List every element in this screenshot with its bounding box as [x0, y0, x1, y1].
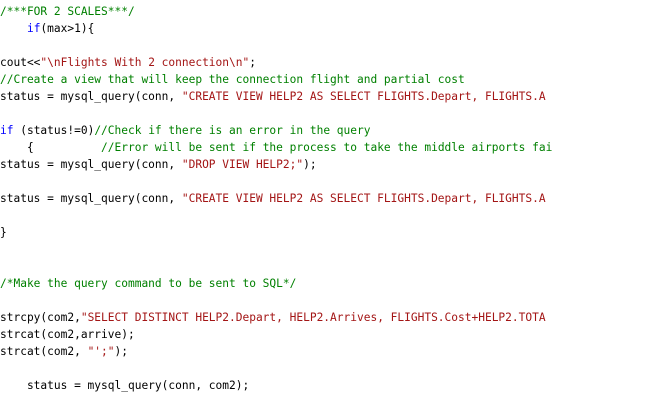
code-keyword: if: [26, 22, 41, 35]
code-string: "CREATE VIEW HELP2 AS SELECT FLIGHTS.Dep…: [181, 90, 546, 103]
code-text: status = mysql_query(conn,: [0, 158, 182, 171]
code-line: if(max>1){: [0, 20, 650, 37]
code-line: /*Make the query command to be sent to S…: [0, 275, 650, 292]
code-text: {: [0, 141, 102, 154]
code-text: );: [114, 345, 128, 358]
code-text: strcat(com2,arrive);: [0, 328, 135, 341]
code-text: ;: [249, 56, 256, 69]
code-text: status = mysql_query(conn,: [0, 90, 182, 103]
code-comment: //Check if there is an error in the quer…: [94, 124, 371, 137]
code-comment: //Create a view that will keep the conne…: [0, 73, 465, 86]
code-string: "DROP VIEW HELP2;": [181, 158, 304, 171]
code-text: (max>1){: [40, 22, 95, 35]
code-text: status = mysql_query(conn, com2);: [0, 379, 250, 392]
code-keyword: if: [0, 124, 14, 137]
code-string: "SELECT DISTINCT HELP2.Depart, HELP2.Arr…: [80, 311, 546, 324]
code-string: "\nFlights With 2 connection\n": [40, 56, 250, 69]
code-line: status = mysql_query(conn, "CREATE VIEW …: [0, 190, 650, 207]
code-line: strcat(com2, "';");: [0, 343, 650, 360]
code-comment: /***FOR 2 SCALES***/: [0, 5, 135, 18]
code-line: /***FOR 2 SCALES***/: [0, 3, 650, 20]
code-text: );: [303, 158, 317, 171]
code-editor[interactable]: /***FOR 2 SCALES***/ if(max>1){ cout<<"\…: [0, 0, 650, 404]
code-line: status = mysql_query(conn, "CREATE VIEW …: [0, 88, 650, 105]
code-string: "CREATE VIEW HELP2 AS SELECT FLIGHTS.Dep…: [181, 192, 546, 205]
code-line: //Create a view that will keep the conne…: [0, 71, 650, 88]
code-comment: /*Make the query command to be sent to S…: [0, 277, 297, 290]
code-line: status = mysql_query(conn, com2);: [0, 377, 650, 394]
code-text: strcpy(com2,: [0, 311, 81, 324]
code-line: { //Error will be sent if the process to…: [0, 139, 650, 156]
code-line: }: [0, 224, 650, 241]
code-text: strcat(com2,: [0, 345, 88, 358]
code-line: strcpy(com2,"SELECT DISTINCT HELP2.Depar…: [0, 309, 650, 326]
code-line: if (status!=0)//Check if there is an err…: [0, 122, 650, 139]
code-text: cout<<: [0, 56, 41, 69]
code-comment: //Error will be sent if the process to t…: [101, 141, 553, 154]
code-string: "';": [87, 345, 115, 358]
code-text: }: [0, 226, 7, 239]
code-line: cout<<"\nFlights With 2 connection\n";: [0, 54, 650, 71]
code-text: (status!=0): [13, 124, 95, 137]
code-text: status = mysql_query(conn,: [0, 192, 182, 205]
code-line: status = mysql_query(conn, "DROP VIEW HE…: [0, 156, 650, 173]
code-line: strcat(com2,arrive);: [0, 326, 650, 343]
